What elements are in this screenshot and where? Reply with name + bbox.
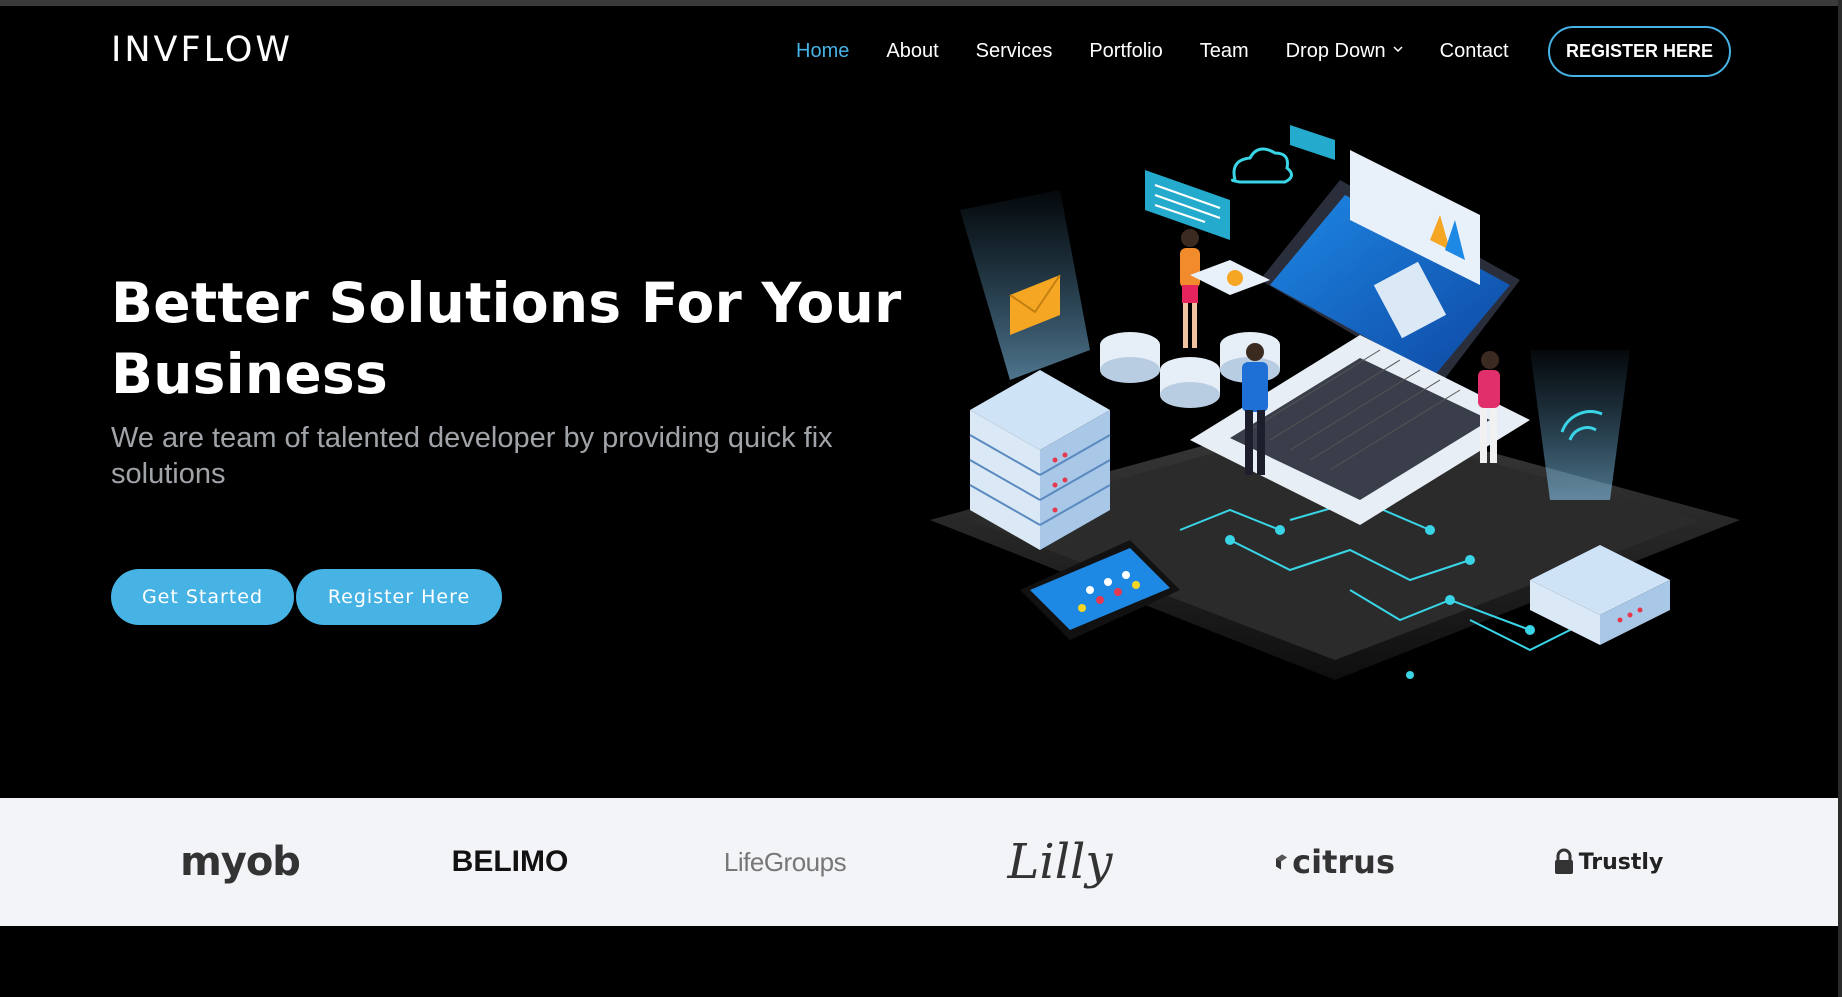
clients-band: myob BELIMO LifeGroups Lilly citrus Trus… — [0, 798, 1838, 926]
client-logo-citrus-label: citrus — [1292, 843, 1395, 881]
window-right-border — [1838, 0, 1842, 997]
window-top-border — [0, 0, 1842, 6]
client-logo-lilly: Lilly — [1007, 834, 1113, 890]
client-logo-trustly-label: Trustly — [1578, 849, 1664, 875]
register-here-button[interactable]: REGISTER HERE — [1548, 26, 1731, 77]
hero-subtitle: We are team of talented developer by pro… — [111, 422, 833, 490]
site-logo[interactable]: INVFLOW — [111, 30, 293, 70]
client-logo-myob: myob — [180, 839, 301, 885]
client-logo-trustly: Trustly — [1548, 798, 1668, 926]
nav-about[interactable]: About — [886, 40, 938, 63]
citrus-logo-icon — [1276, 854, 1288, 870]
get-started-button[interactable]: Get Started — [111, 569, 294, 625]
register-here-hero-button[interactable]: Register Here — [296, 569, 502, 625]
chevron-down-icon — [1393, 46, 1403, 53]
client-logo-citrus: citrus — [1275, 798, 1395, 926]
nav-portfolio[interactable]: Portfolio — [1089, 40, 1162, 63]
nav-contact[interactable]: Contact — [1440, 40, 1509, 63]
client-logo-belimo: BELIMO — [451, 845, 569, 878]
nav-services[interactable]: Services — [976, 40, 1053, 63]
hero-illustration — [930, 125, 1740, 680]
nav-dropdown[interactable]: Drop Down — [1286, 40, 1403, 63]
client-logo-lifegroups: LifeGroups — [723, 846, 847, 877]
nav-dropdown-label: Drop Down — [1285, 39, 1386, 62]
nav-team[interactable]: Team — [1200, 40, 1249, 63]
lock-icon — [1554, 848, 1573, 874]
nav-home[interactable]: Home — [796, 40, 849, 63]
main-nav: Home About Services Portfolio Team Drop … — [796, 36, 1546, 66]
hero-title: Better Solutions For Your Business — [111, 271, 902, 406]
